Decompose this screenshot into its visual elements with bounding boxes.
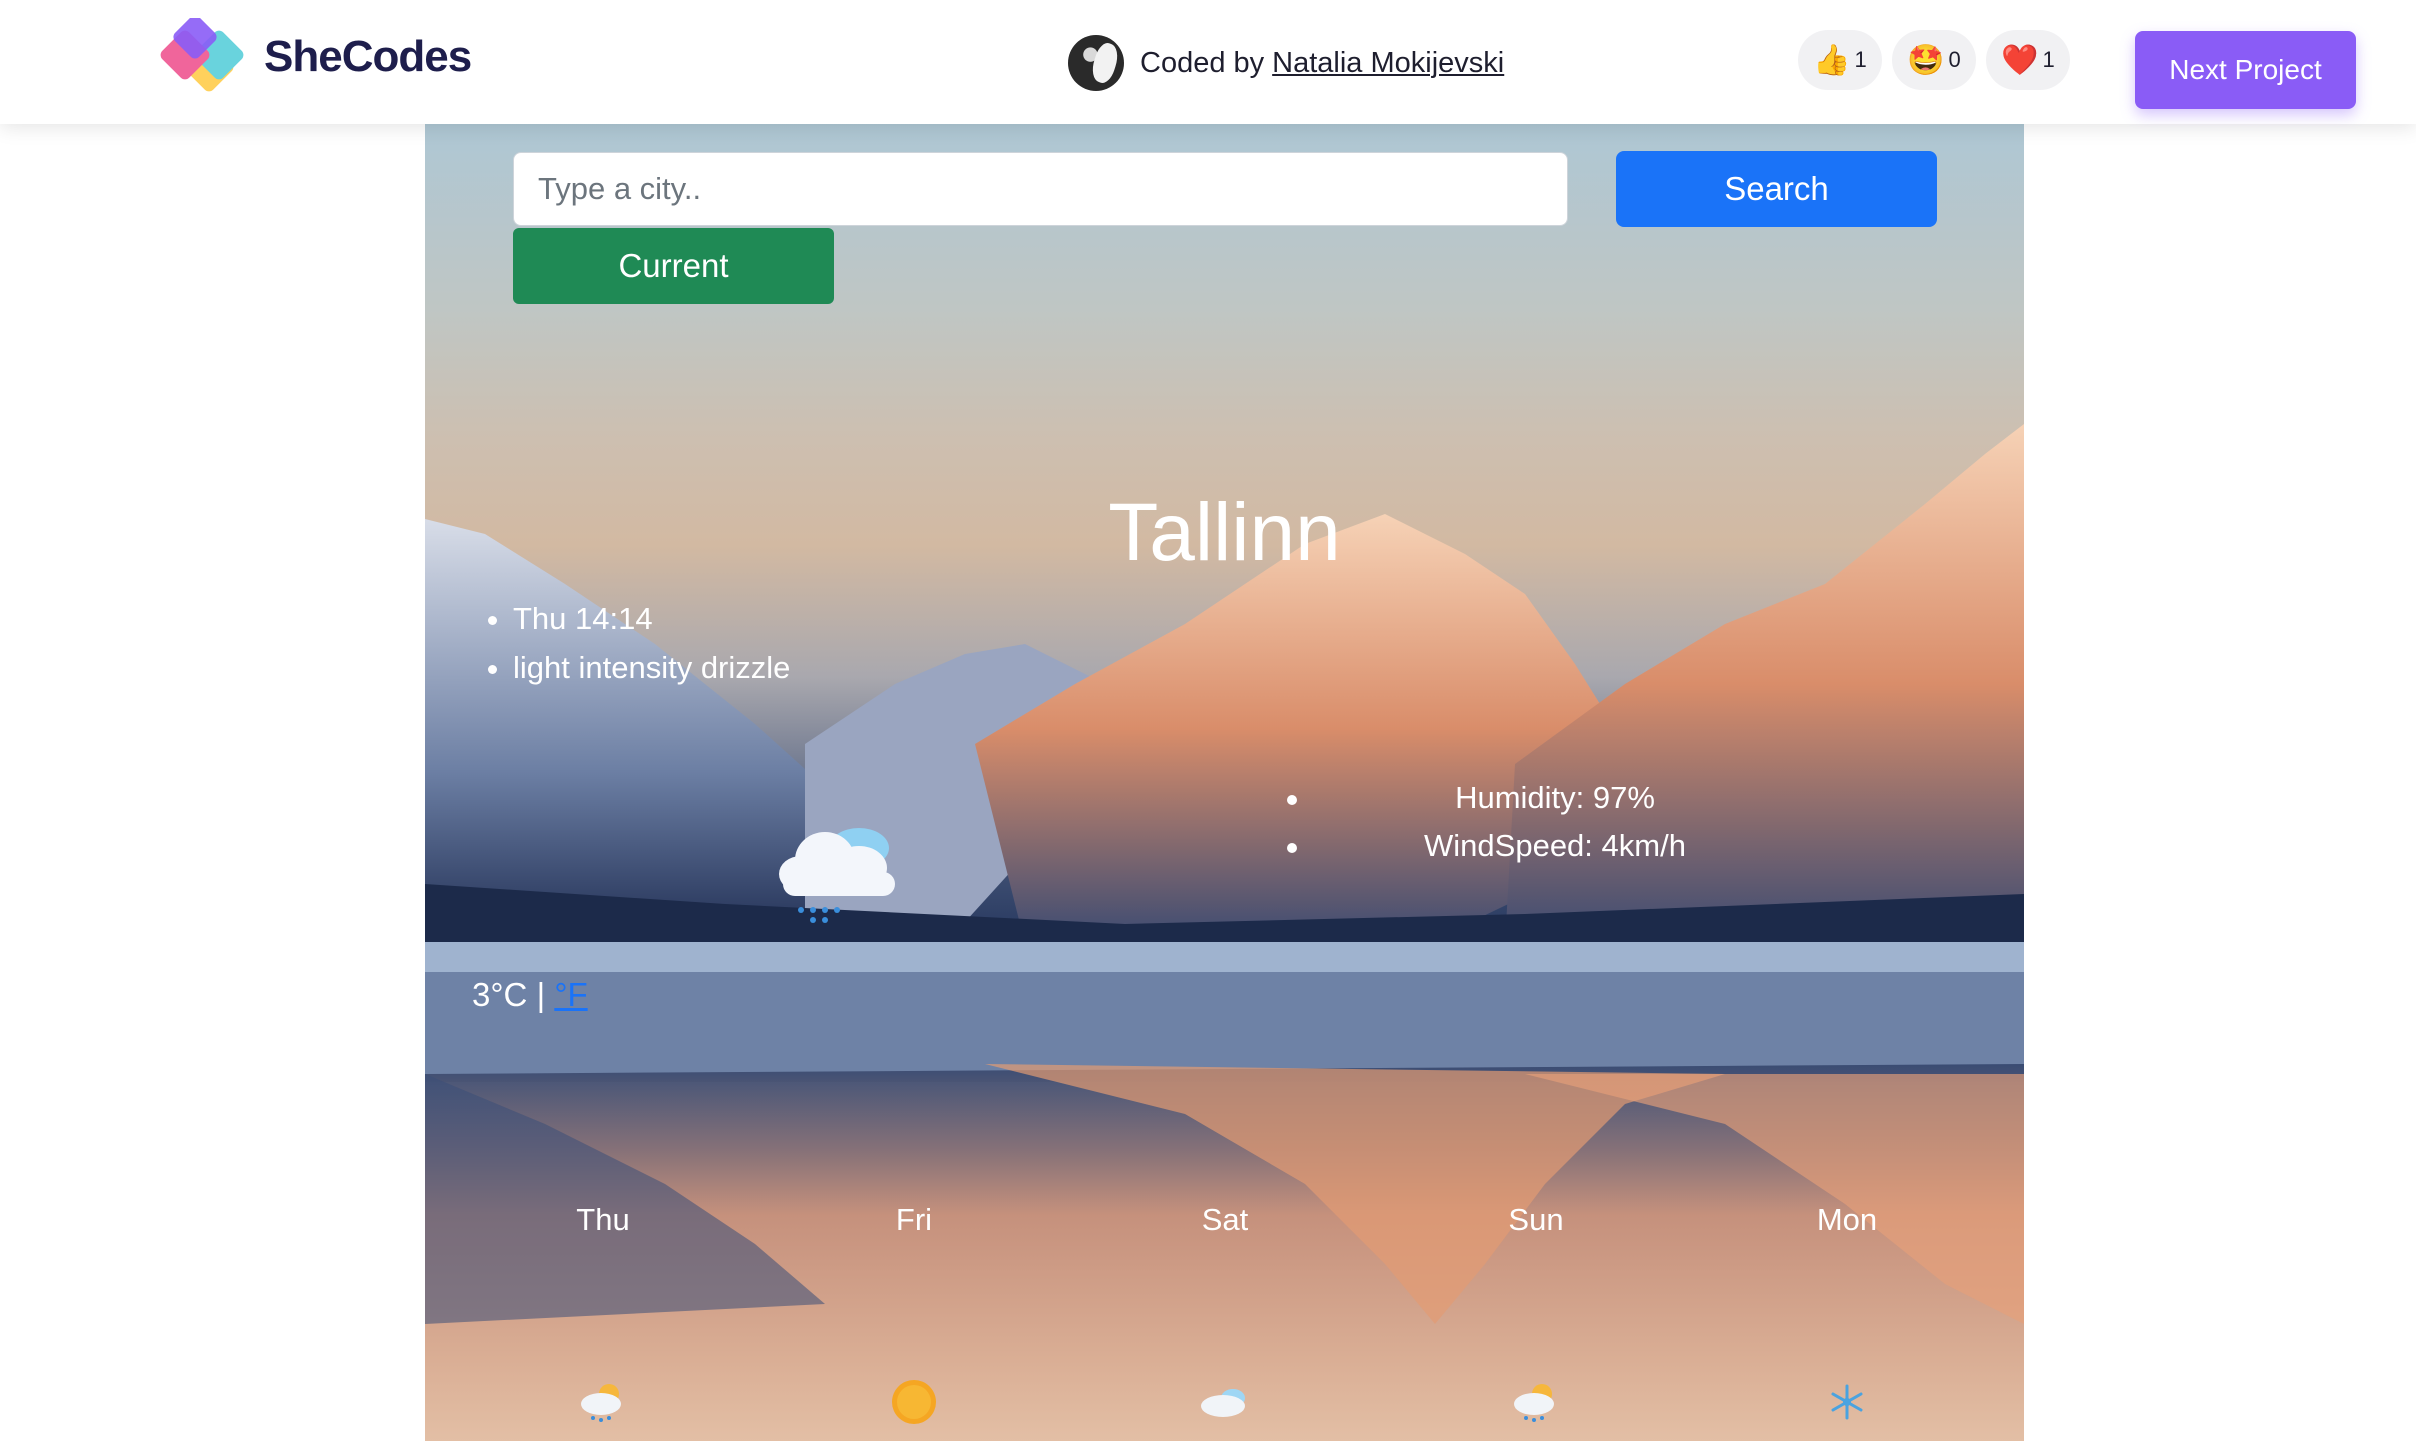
- humidity: Humidity: 97%: [1285, 774, 1825, 822]
- unit-separator: |: [536, 976, 546, 1013]
- search-button[interactable]: Search: [1616, 151, 1937, 227]
- reaction-heart[interactable]: ❤️ 1: [1986, 30, 2070, 90]
- weather-app: Search Current Tallinn Thu 14:14 light i…: [425, 124, 2024, 1441]
- forecast-day: Thu: [483, 1202, 723, 1422]
- forecast-day: Mon: [1727, 1202, 1967, 1420]
- reaction-count: 1: [2042, 47, 2055, 72]
- drizzle-cloud-icon: [779, 828, 895, 923]
- reaction-thumbs-up[interactable]: 👍 1: [1798, 30, 1882, 90]
- wind-speed: WindSpeed: 4km/h: [1285, 822, 1825, 870]
- forecast-day-name: Sun: [1508, 1202, 1564, 1237]
- sun-cloud-rain-icon: [581, 1384, 621, 1422]
- forecast-day-name: Fri: [895, 1202, 933, 1237]
- current-location-button[interactable]: Current: [513, 228, 834, 304]
- reaction-count: 0: [1948, 47, 1961, 72]
- forecast-day: Sat: [1105, 1202, 1345, 1417]
- top-navbar: SheCodes Coded by Natalia Mokijevski 👍 1…: [0, 0, 2416, 124]
- sun-cloud-rain-icon: [1514, 1384, 1554, 1422]
- fahrenheit-link[interactable]: °F: [554, 976, 587, 1013]
- thumbs-up-icon: 👍: [1813, 43, 1851, 77]
- weather-info-list: Thu 14:14 light intensity drizzle: [487, 594, 790, 692]
- forecast-row: Thu Fri Sat Sun Mon: [425, 1202, 2024, 1441]
- shecodes-logo-icon: [160, 18, 244, 92]
- reaction-count: 1: [1854, 47, 1867, 72]
- city-search-input[interactable]: [513, 152, 1568, 226]
- forecast-day-name: Mon: [1816, 1202, 1878, 1237]
- coded-by: Coded by Natalia Mokijevski: [1068, 34, 1504, 92]
- heart-icon: ❤️: [2001, 43, 2039, 77]
- forecast-day-name: Sat: [1201, 1202, 1249, 1237]
- temperature-value: 3: [472, 976, 491, 1013]
- sun-icon: [892, 1380, 936, 1424]
- city-name: Tallinn: [1108, 487, 1341, 578]
- snowflake-icon: [1831, 1384, 1863, 1420]
- weather-stats-list: Humidity: 97% WindSpeed: 4km/h: [1285, 774, 1825, 870]
- weather-description: light intensity drizzle: [513, 643, 790, 692]
- shecodes-logo[interactable]: SheCodes: [160, 18, 490, 108]
- forecast-day: Sun: [1416, 1202, 1656, 1422]
- author-link[interactable]: Natalia Mokijevski: [1272, 47, 1504, 80]
- star-struck-icon: 🤩: [1907, 43, 1945, 77]
- coded-by-label: Coded by: [1140, 46, 1265, 79]
- forecast-day-name: Thu: [576, 1202, 630, 1237]
- celsius-unit[interactable]: °C: [490, 976, 527, 1013]
- temperature: 3°C | °F: [472, 976, 588, 1014]
- reactions: 👍 1 🤩 0 ❤️ 1: [1798, 30, 2070, 90]
- cloud-icon: [1201, 1389, 1245, 1417]
- author-avatar: [1068, 35, 1124, 91]
- forecast-day: Fri: [794, 1202, 1034, 1424]
- logo-text: SheCodes: [264, 32, 472, 81]
- date-time: Thu 14:14: [513, 594, 790, 643]
- next-project-button[interactable]: Next Project: [2135, 31, 2356, 109]
- reaction-star-struck[interactable]: 🤩 0: [1892, 30, 1976, 90]
